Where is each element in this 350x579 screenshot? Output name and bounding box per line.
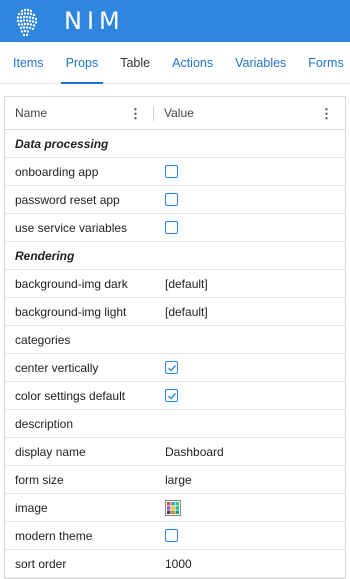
property-row[interactable]: sort order 1000	[5, 550, 345, 578]
property-checkbox[interactable]	[165, 193, 178, 206]
tab-props[interactable]: Props	[55, 42, 110, 84]
property-row[interactable]: background-img light [default]	[5, 298, 345, 326]
column-header-value-label: Value	[164, 106, 194, 120]
property-row[interactable]: center vertically	[5, 354, 345, 382]
fingerprint-head-icon[interactable]	[10, 4, 44, 38]
property-row[interactable]: form size large	[5, 466, 345, 494]
column-header-name[interactable]: Name ⋮	[5, 97, 154, 129]
column-header-name-label: Name	[15, 106, 48, 120]
property-value: [default]	[165, 304, 208, 319]
property-name: modern theme	[15, 528, 93, 543]
property-name: image	[15, 500, 48, 515]
tab-variables[interactable]: Variables	[224, 42, 297, 83]
section-header: Data processing	[5, 130, 345, 158]
tab-actions[interactable]: Actions	[161, 42, 224, 83]
property-value: large	[165, 472, 192, 487]
property-checkbox[interactable]	[165, 361, 178, 374]
tab-forms[interactable]: Forms	[297, 42, 350, 83]
tile-image-icon[interactable]	[165, 499, 181, 516]
property-checkbox[interactable]	[165, 165, 178, 178]
property-name: center vertically	[15, 360, 99, 375]
column-header-value[interactable]: Value ⋮	[154, 97, 345, 129]
property-row[interactable]: onboarding app	[5, 158, 345, 186]
tab-table[interactable]: Table	[109, 42, 161, 83]
property-checkbox[interactable]	[165, 389, 178, 402]
property-name: password reset app	[15, 192, 120, 207]
property-name: sort order	[15, 556, 67, 571]
property-name: use service variables	[15, 220, 128, 235]
property-name: background-img dark	[15, 276, 128, 291]
property-row[interactable]: display name Dashboard	[5, 438, 345, 466]
app-title: NIM	[64, 7, 125, 35]
property-row[interactable]: background-img dark [default]	[5, 270, 345, 298]
property-value: 1000	[165, 556, 192, 571]
property-checkbox[interactable]	[165, 529, 178, 542]
properties-grid: Name ⋮ Value ⋮ Data processing onboardin…	[4, 96, 346, 579]
property-row[interactable]: modern theme	[5, 522, 345, 550]
property-name: categories	[15, 332, 71, 347]
property-row[interactable]: password reset app	[5, 186, 345, 214]
tab-items[interactable]: Items	[2, 42, 55, 83]
property-row[interactable]: use service variables	[5, 214, 345, 242]
property-name: display name	[15, 444, 86, 459]
property-name: description	[15, 416, 74, 431]
property-name: color settings default	[15, 388, 126, 403]
property-row[interactable]: color settings default	[5, 382, 345, 410]
grid-header: Name ⋮ Value ⋮	[5, 97, 345, 130]
property-row[interactable]: description	[5, 410, 345, 438]
app-header: NIM	[0, 0, 350, 42]
property-row[interactable]: categories	[5, 326, 345, 354]
property-row[interactable]: image	[5, 494, 345, 522]
column-menu-icon[interactable]: ⋮	[320, 106, 333, 122]
property-name: background-img light	[15, 304, 127, 319]
property-name: form size	[15, 472, 64, 487]
section-header: Rendering	[5, 242, 345, 270]
property-checkbox[interactable]	[165, 221, 178, 234]
property-name: onboarding app	[15, 164, 99, 179]
checkmark-icon	[167, 364, 176, 371]
property-value: Dashboard	[165, 444, 224, 459]
tab-bar: Items Props Table Actions Variables Form…	[0, 42, 350, 84]
checkmark-icon	[167, 392, 176, 399]
column-menu-icon[interactable]: ⋮	[129, 106, 142, 122]
property-value: [default]	[165, 276, 208, 291]
